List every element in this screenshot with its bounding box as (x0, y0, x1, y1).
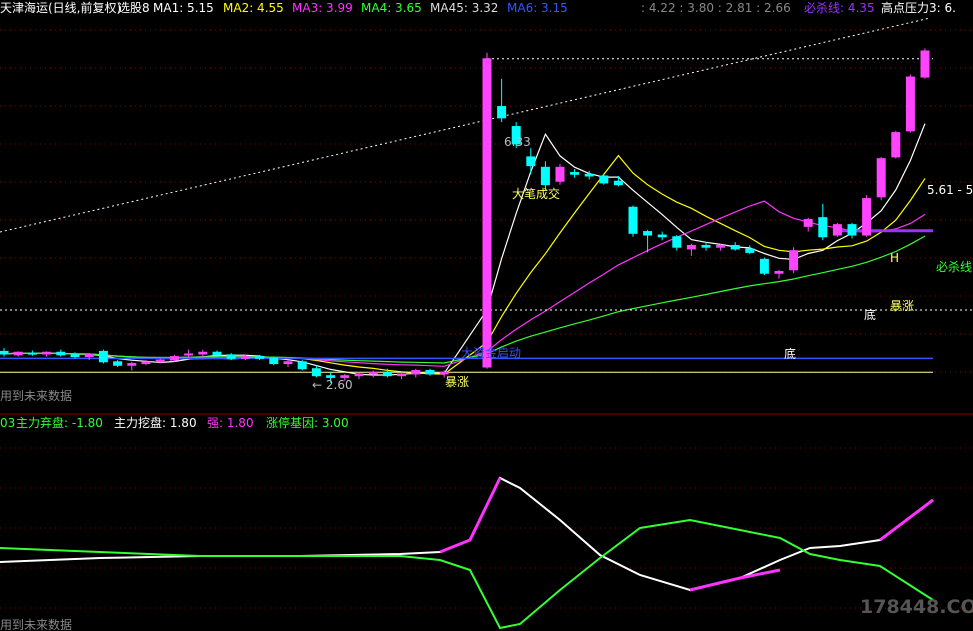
surge-label-2: 暴涨 (890, 298, 914, 313)
sub-future-note: 用到未来数据 (0, 617, 72, 631)
fund-start-label: 大资金启动 (461, 345, 521, 360)
candle-body (847, 224, 857, 236)
candle-body (198, 351, 208, 355)
candle-body (425, 369, 435, 375)
watermark: 178448.COM (860, 596, 973, 618)
kill-line-text: 必杀线 (936, 259, 972, 274)
candle-body (876, 158, 886, 198)
candle-body (701, 244, 711, 248)
candle-body (212, 351, 222, 356)
candle-body (730, 244, 740, 250)
candle-body (382, 371, 392, 377)
candle-body (920, 50, 930, 78)
candle-body (84, 353, 94, 358)
candle-body (0, 350, 9, 355)
candle-body (759, 258, 769, 274)
candle-body (862, 198, 872, 236)
ma4-label: MA4: 3.65 (361, 1, 422, 15)
candle-body (584, 173, 594, 177)
kill-line-label: 必杀线: 4.35 (804, 0, 875, 15)
candle-body (891, 132, 901, 158)
candle-body (311, 368, 321, 377)
candle-body (526, 156, 536, 167)
candle-body (716, 244, 726, 248)
ma2-label: MA2: 4.55 (223, 1, 284, 15)
future-data-note: 用到未来数据 (0, 388, 72, 403)
candle-body (297, 361, 307, 370)
candle-body (13, 351, 23, 356)
surge-label-1: 暴涨 (445, 374, 469, 389)
candle-body (70, 354, 80, 358)
bottom-label-2: 底 (864, 307, 876, 322)
candle-body (672, 236, 682, 248)
big-trade-label: 大笔成交 (512, 186, 560, 201)
candle-body (397, 373, 407, 377)
sub-prefix: 03 (0, 416, 15, 430)
candle-body (127, 363, 137, 366)
candle-body (497, 106, 507, 119)
high-price-label: 6.33 (504, 135, 531, 149)
extra-values: : 4.22 : 3.80 : 2.81 : 2.66 (641, 1, 791, 15)
candle-body (368, 371, 378, 375)
gene-label: 涨停基因: 3.00 (266, 415, 349, 430)
ma1-label: MA1: 5.15 (153, 1, 214, 15)
stock-chart[interactable]: 天津海运(日线,前复权) 选股8 MA1: 5.15 MA2: 4.55 MA3… (0, 0, 973, 631)
candle-body (599, 175, 609, 184)
candle-body (283, 361, 293, 365)
bottom-label-1: 底 (784, 346, 796, 361)
candle-body (27, 352, 37, 355)
ma45-label: MA45: 3.32 (430, 1, 498, 15)
candle-body (141, 361, 151, 365)
candle-body (789, 250, 799, 271)
low-price-label: ← 2.60 (312, 378, 353, 392)
candle-body (832, 224, 842, 236)
candle-body (411, 369, 421, 375)
candle-body (774, 271, 784, 274)
candle-body (56, 351, 66, 356)
candle-body (745, 248, 755, 253)
candle-body (643, 231, 653, 236)
candle-body (570, 172, 580, 175)
candle-body (240, 356, 250, 359)
candle-body (540, 166, 550, 186)
candle-body (613, 180, 623, 186)
h-mark: H (890, 251, 899, 265)
pick-label: 选股8 (118, 1, 150, 15)
candle-body (113, 361, 123, 366)
candle-body (439, 371, 449, 375)
candle-body (555, 166, 565, 182)
candle-body (42, 351, 52, 355)
candle-body (269, 357, 279, 365)
abandon-label: 主力弃盘: -1.80 (16, 415, 103, 430)
candle-body (226, 354, 236, 359)
candle-body (905, 76, 915, 132)
strong-label: 强: 1.80 (207, 416, 254, 430)
candle-body (155, 359, 165, 363)
candle-body (686, 244, 696, 250)
candle-body (255, 356, 265, 359)
range-label: 5.61 - 5.7 (927, 183, 973, 197)
pressure-label: 高点压力3: 6. (881, 0, 956, 15)
ma6-label: MA6: 3.15 (507, 1, 568, 15)
candle-body (354, 373, 364, 377)
candle-body (98, 350, 108, 363)
candle-body (169, 356, 179, 361)
dig-label: 主力挖盘: 1.80 (114, 415, 197, 430)
candle-body (803, 218, 813, 227)
candle-body (818, 217, 828, 238)
candle-body (482, 58, 492, 368)
candle-body (657, 234, 667, 238)
ma3-label: MA3: 3.99 (292, 1, 353, 15)
stock-title: 天津海运(日线,前复权) (0, 0, 121, 15)
candle-body (628, 206, 638, 234)
candle-body (184, 353, 194, 356)
